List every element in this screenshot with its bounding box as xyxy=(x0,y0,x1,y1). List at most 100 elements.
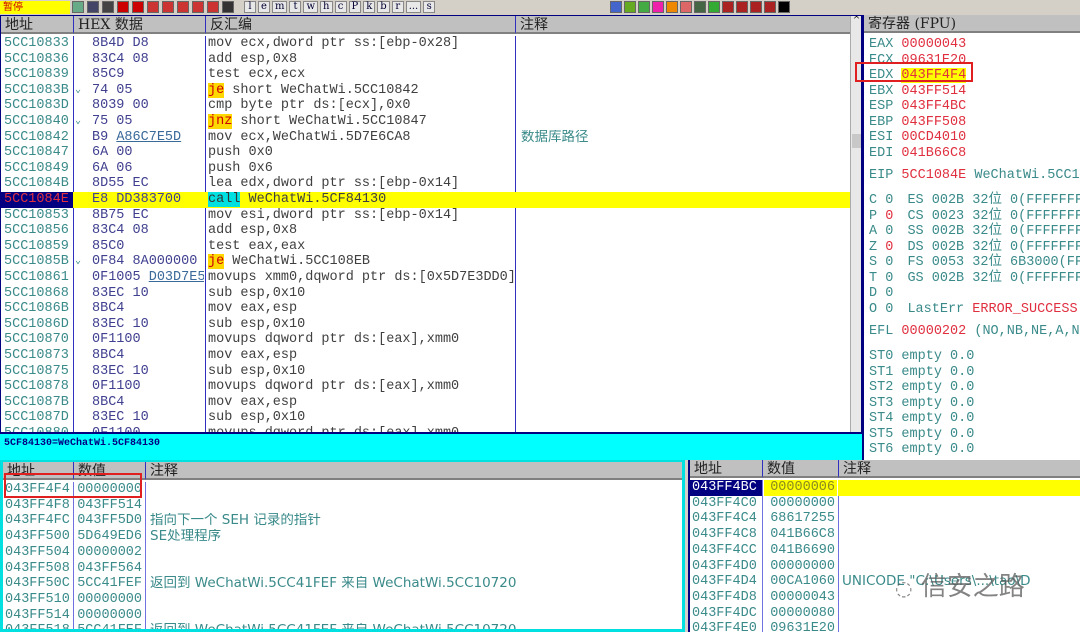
close-icon[interactable] xyxy=(102,1,114,13)
stack-header-comment[interactable]: 注释 xyxy=(838,460,1080,478)
disasm-row[interactable]: 5CC1085B ⌄ 0F84 8A000000 je WeChatWi.5CC108… xyxy=(1,254,851,270)
toolbar-button-8[interactable]: k xyxy=(363,1,376,13)
dump-row[interactable]: 043FF514 00000000 xyxy=(3,608,682,624)
flag-d[interactable]: D 0 xyxy=(869,286,1080,302)
fpu-st5[interactable]: ST5 empty 0.0 xyxy=(869,427,1080,443)
goto-icon[interactable] xyxy=(222,1,234,13)
disasm-row[interactable]: 5CC10836 83C4 08 add esp,0x8 xyxy=(1,52,851,68)
fpu-st0[interactable]: ST0 empty 0.0 xyxy=(869,349,1080,365)
dump-header-comment[interactable]: 注释 xyxy=(145,462,682,480)
list-icon[interactable] xyxy=(610,1,622,13)
execute-till-return-icon[interactable] xyxy=(207,1,219,13)
fpu-st2[interactable]: ST2 empty 0.0 xyxy=(869,380,1080,396)
disasm-row[interactable]: 5CC1087B 8BC4 mov eax,esp xyxy=(1,395,851,411)
disasm-row[interactable]: 5CC10849 6A 06 push 0x6 xyxy=(1,161,851,177)
dump-row[interactable]: 043FF508 043FF564 xyxy=(3,561,682,577)
stack-header-value[interactable]: 数值 xyxy=(762,460,838,478)
register-eax[interactable]: EAX 00000043 xyxy=(869,37,1080,53)
fpu-st3[interactable]: ST3 empty 0.0 xyxy=(869,396,1080,412)
disasm-row[interactable]: 5CC10875 83EC 10 sub esp,0x10 xyxy=(1,364,851,380)
scroll-up-icon[interactable]: ^ xyxy=(851,16,861,26)
ai-icon[interactable] xyxy=(750,1,762,13)
col-header-hex[interactable]: HEX 数据 xyxy=(73,16,205,34)
dump-row[interactable]: 043FF4F8 043FF514 xyxy=(3,498,682,514)
disassembly-pane[interactable]: 地址 HEX 数据 反汇编 注释 5CC10833 8B4D D8 mov ecx,… xyxy=(0,15,862,433)
stack-row[interactable]: 043FF4DC 00000080 xyxy=(690,606,1080,622)
disasm-row[interactable]: 5CC10840 ⌄ 75 05 jnz short WeChatWi.5CC1084… xyxy=(1,114,851,130)
stack-pane[interactable]: 地址 数值 注释 043FF4BC 00000006 043FF4C0 0000000… xyxy=(688,460,1080,632)
toolbar-button-7[interactable]: P xyxy=(348,1,362,13)
stack-row[interactable]: 043FF4BC 00000006 xyxy=(690,480,1080,496)
toolbar-button-10[interactable]: r xyxy=(391,1,404,13)
stack-header-address[interactable]: 地址 xyxy=(690,460,762,478)
disasm-row[interactable]: 5CC10861 0F1005 D03D7E5D movups xmm0,dqwor… xyxy=(1,270,851,286)
col-header-comment[interactable]: 注释 xyxy=(515,16,851,34)
disasm-row[interactable]: 5CC1084B 8D55 EC lea edx,dword ptr ss:[ebp… xyxy=(1,176,851,192)
run-icon[interactable] xyxy=(117,1,129,13)
xin-icon[interactable] xyxy=(736,1,748,13)
stack-row[interactable]: 043FF4C0 00000000 xyxy=(690,496,1080,512)
stack-row[interactable]: 043FF4C4 68617255 xyxy=(690,511,1080,527)
scroll-thumb[interactable] xyxy=(852,134,861,148)
stack-row[interactable]: 043FF4CC 041B6690 xyxy=(690,543,1080,559)
jie-icon[interactable] xyxy=(778,1,790,13)
register-efl[interactable]: EFL 00000202 (NO,NB,NE,A,NS,PO,GE,G) xyxy=(869,324,1080,340)
hex-link[interactable]: A86C7E5D xyxy=(116,130,181,145)
disasm-row[interactable]: 5CC1086D 83EC 10 sub esp,0x10 xyxy=(1,317,851,333)
dump-row[interactable]: 043FF518 5CC41FEF 返回到 WeChatWi.5CC41FEF 来自… xyxy=(3,623,682,629)
map-icon[interactable] xyxy=(722,1,734,13)
register-edi[interactable]: EDI 041B66C8 xyxy=(869,146,1080,162)
toolbar-button-4[interactable]: w xyxy=(303,1,319,13)
dump-row[interactable]: 043FF500 5D649ED6 SE处理程序 xyxy=(3,529,682,545)
flag-z[interactable]: Z 0 DS 002B 32位 0(FFFFFFFF) xyxy=(869,240,1080,256)
fpu-st1[interactable]: ST1 empty 0.0 xyxy=(869,365,1080,381)
register-ebp[interactable]: EBP 043FF508 xyxy=(869,115,1080,131)
register-eip[interactable]: EIP 5CC1084E WeChatWi.5CC1084E xyxy=(869,168,1080,184)
disasm-row[interactable]: 5CC10873 8BC4 mov eax,esp xyxy=(1,348,851,364)
disasm-row[interactable]: 5CC10856 83C4 08 add esp,0x8 xyxy=(1,223,851,239)
hex-link[interactable]: D03D7E5D xyxy=(149,270,204,285)
disasm-row[interactable]: 5CC10842 B9 A86C7E5D mov ecx,WeChatWi.5D7E… xyxy=(1,130,851,146)
col-header-address[interactable]: 地址 xyxy=(1,16,73,34)
stack-row[interactable]: 043FF4E0 09631E20 xyxy=(690,621,1080,632)
toolbar-button-12[interactable]: s xyxy=(423,1,436,13)
pause-icon[interactable] xyxy=(132,1,144,13)
toolbar-button-9[interactable]: b xyxy=(377,1,390,13)
dump-row[interactable]: 043FF4FC 043FF5D0 指向下一个 SEH 记录的指针 xyxy=(3,513,682,529)
disasm-row[interactable]: 5CC1083D 8039 00 cmp byte ptr ds:[ecx],0x0 xyxy=(1,98,851,114)
register-ebx[interactable]: EBX 043FF514 xyxy=(869,84,1080,100)
disasm-row[interactable]: 5CC10859 85C0 test eax,eax xyxy=(1,239,851,255)
fpu-st4[interactable]: ST4 empty 0.0 xyxy=(869,411,1080,427)
font-icon[interactable] xyxy=(666,1,678,13)
memory-icon[interactable] xyxy=(708,1,720,13)
toolbar-button-1[interactable]: e xyxy=(258,1,270,13)
toolbar-button-2[interactable]: m xyxy=(272,1,288,13)
step-over-icon[interactable] xyxy=(162,1,174,13)
flag-p[interactable]: P 0 CS 0023 32位 0(FFFFFFFF) xyxy=(869,209,1080,225)
register-esi[interactable]: ESI 00CD4010 xyxy=(869,130,1080,146)
threads-icon[interactable] xyxy=(652,1,664,13)
fpu-st6[interactable]: ST6 empty 0.0 xyxy=(869,442,1080,458)
flag-a[interactable]: A 0 SS 002B 32位 0(FFFFFFFF) xyxy=(869,224,1080,240)
disasm-row[interactable]: 5CC1083B ⌄ 74 05 je short WeChatWi.5CC10842 xyxy=(1,82,851,99)
windows-icon[interactable] xyxy=(624,1,636,13)
col-header-disasm[interactable]: 反汇编 xyxy=(205,16,515,34)
disasm-row[interactable]: 5CC1084E E8 DD383700 call WeChatWi.5CF8413… xyxy=(1,192,851,208)
disasm-row[interactable]: 5CC10870 0F1100 movups dqword ptr ds:[eax]… xyxy=(1,332,851,348)
disasm-row[interactable]: 5CC10853 8B75 EC mov esi,dword ptr ss:[ebp… xyxy=(1,208,851,224)
toolbar-button-11[interactable]: ... xyxy=(405,1,422,13)
po-icon[interactable] xyxy=(764,1,776,13)
register-esp[interactable]: ESP 043FF4BC xyxy=(869,99,1080,115)
flag-s[interactable]: S 0 FS 0053 32位 6B3000(FFF) xyxy=(869,255,1080,271)
toolbar-button-6[interactable]: c xyxy=(334,1,347,13)
breakpoint-icon[interactable] xyxy=(680,1,692,13)
disasm-row[interactable]: 5CC10868 83EC 10 sub esp,0x10 xyxy=(1,286,851,302)
open-icon[interactable] xyxy=(72,1,84,13)
rewind-icon[interactable] xyxy=(87,1,99,13)
dump-row[interactable]: 043FF50C 5CC41FEF 返回到 WeChatWi.5CC41FEF 来自… xyxy=(3,576,682,592)
swap-icon[interactable] xyxy=(638,1,650,13)
step-into-icon[interactable] xyxy=(147,1,159,13)
toolbar-button-0[interactable]: l xyxy=(244,1,256,13)
disasm-row[interactable]: 5CC10880 0F1100 movups dqword ptr ds:[eax]… xyxy=(1,426,851,432)
dump-row[interactable]: 043FF510 00000000 xyxy=(3,592,682,608)
